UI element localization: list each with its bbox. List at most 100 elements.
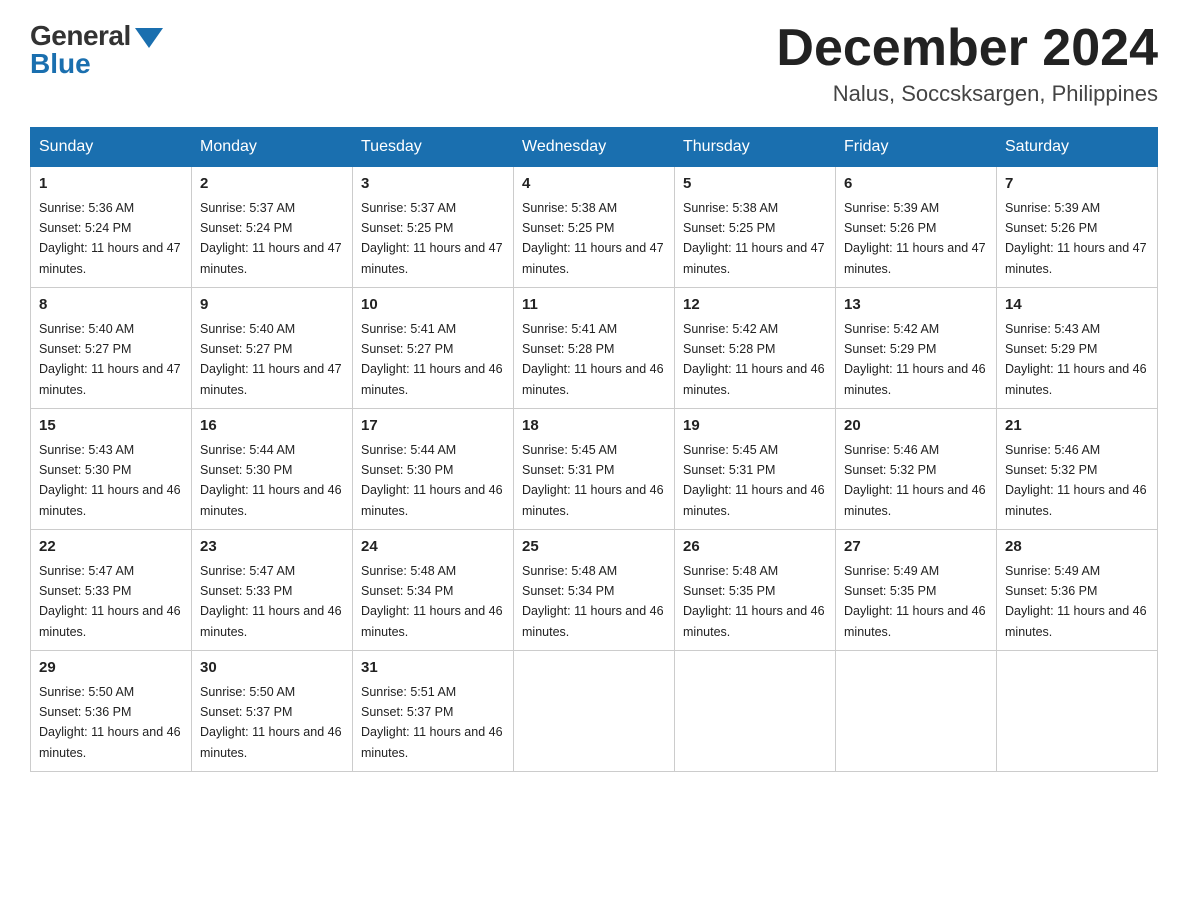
calendar-cell [514,651,675,772]
calendar-cell: 7 Sunrise: 5:39 AMSunset: 5:26 PMDayligh… [997,167,1158,288]
weekday-header-saturday: Saturday [997,128,1158,167]
day-info: Sunrise: 5:49 AMSunset: 5:36 PMDaylight:… [1005,564,1147,639]
day-number: 13 [844,294,988,317]
calendar-cell: 25 Sunrise: 5:48 AMSunset: 5:34 PMDaylig… [514,530,675,651]
location-subtitle: Nalus, Soccsksargen, Philippines [776,81,1158,107]
day-info: Sunrise: 5:50 AMSunset: 5:36 PMDaylight:… [39,685,181,760]
calendar-cell: 19 Sunrise: 5:45 AMSunset: 5:31 PMDaylig… [675,409,836,530]
calendar-cell: 5 Sunrise: 5:38 AMSunset: 5:25 PMDayligh… [675,167,836,288]
day-info: Sunrise: 5:38 AMSunset: 5:25 PMDaylight:… [683,201,825,276]
logo: General Blue [30,20,163,80]
calendar-cell [997,651,1158,772]
day-info: Sunrise: 5:46 AMSunset: 5:32 PMDaylight:… [1005,443,1147,518]
day-number: 22 [39,536,183,559]
day-info: Sunrise: 5:39 AMSunset: 5:26 PMDaylight:… [1005,201,1147,276]
calendar-cell: 20 Sunrise: 5:46 AMSunset: 5:32 PMDaylig… [836,409,997,530]
day-number: 20 [844,415,988,438]
day-info: Sunrise: 5:45 AMSunset: 5:31 PMDaylight:… [683,443,825,518]
day-number: 8 [39,294,183,317]
calendar-cell: 3 Sunrise: 5:37 AMSunset: 5:25 PMDayligh… [353,167,514,288]
day-number: 1 [39,173,183,196]
calendar-cell: 29 Sunrise: 5:50 AMSunset: 5:36 PMDaylig… [31,651,192,772]
day-number: 7 [1005,173,1149,196]
day-info: Sunrise: 5:41 AMSunset: 5:27 PMDaylight:… [361,322,503,397]
calendar-cell: 2 Sunrise: 5:37 AMSunset: 5:24 PMDayligh… [192,167,353,288]
day-number: 4 [522,173,666,196]
page-header: General Blue December 2024 Nalus, Soccsk… [30,20,1158,107]
calendar-cell: 28 Sunrise: 5:49 AMSunset: 5:36 PMDaylig… [997,530,1158,651]
day-number: 29 [39,657,183,680]
calendar-cell: 24 Sunrise: 5:48 AMSunset: 5:34 PMDaylig… [353,530,514,651]
week-row-5: 29 Sunrise: 5:50 AMSunset: 5:36 PMDaylig… [31,651,1158,772]
calendar-cell: 15 Sunrise: 5:43 AMSunset: 5:30 PMDaylig… [31,409,192,530]
day-number: 25 [522,536,666,559]
day-info: Sunrise: 5:37 AMSunset: 5:25 PMDaylight:… [361,201,503,276]
day-number: 6 [844,173,988,196]
day-info: Sunrise: 5:46 AMSunset: 5:32 PMDaylight:… [844,443,986,518]
calendar-cell: 23 Sunrise: 5:47 AMSunset: 5:33 PMDaylig… [192,530,353,651]
day-number: 2 [200,173,344,196]
calendar-cell: 17 Sunrise: 5:44 AMSunset: 5:30 PMDaylig… [353,409,514,530]
day-info: Sunrise: 5:43 AMSunset: 5:29 PMDaylight:… [1005,322,1147,397]
day-info: Sunrise: 5:45 AMSunset: 5:31 PMDaylight:… [522,443,664,518]
weekday-header-monday: Monday [192,128,353,167]
day-info: Sunrise: 5:40 AMSunset: 5:27 PMDaylight:… [200,322,342,397]
month-title: December 2024 [776,20,1158,77]
day-info: Sunrise: 5:42 AMSunset: 5:28 PMDaylight:… [683,322,825,397]
day-number: 21 [1005,415,1149,438]
day-number: 17 [361,415,505,438]
calendar-cell: 8 Sunrise: 5:40 AMSunset: 5:27 PMDayligh… [31,288,192,409]
calendar-cell: 11 Sunrise: 5:41 AMSunset: 5:28 PMDaylig… [514,288,675,409]
day-number: 23 [200,536,344,559]
calendar-cell: 26 Sunrise: 5:48 AMSunset: 5:35 PMDaylig… [675,530,836,651]
day-info: Sunrise: 5:49 AMSunset: 5:35 PMDaylight:… [844,564,986,639]
calendar-cell: 30 Sunrise: 5:50 AMSunset: 5:37 PMDaylig… [192,651,353,772]
day-number: 3 [361,173,505,196]
day-number: 12 [683,294,827,317]
day-info: Sunrise: 5:47 AMSunset: 5:33 PMDaylight:… [39,564,181,639]
day-number: 30 [200,657,344,680]
calendar-table: SundayMondayTuesdayWednesdayThursdayFrid… [30,127,1158,772]
calendar-cell: 4 Sunrise: 5:38 AMSunset: 5:25 PMDayligh… [514,167,675,288]
day-info: Sunrise: 5:51 AMSunset: 5:37 PMDaylight:… [361,685,503,760]
day-number: 27 [844,536,988,559]
day-info: Sunrise: 5:48 AMSunset: 5:34 PMDaylight:… [361,564,503,639]
day-info: Sunrise: 5:36 AMSunset: 5:24 PMDaylight:… [39,201,181,276]
calendar-cell: 21 Sunrise: 5:46 AMSunset: 5:32 PMDaylig… [997,409,1158,530]
calendar-cell: 31 Sunrise: 5:51 AMSunset: 5:37 PMDaylig… [353,651,514,772]
day-info: Sunrise: 5:40 AMSunset: 5:27 PMDaylight:… [39,322,181,397]
calendar-cell: 12 Sunrise: 5:42 AMSunset: 5:28 PMDaylig… [675,288,836,409]
weekday-header-sunday: Sunday [31,128,192,167]
calendar-cell: 27 Sunrise: 5:49 AMSunset: 5:35 PMDaylig… [836,530,997,651]
day-number: 16 [200,415,344,438]
weekday-header-tuesday: Tuesday [353,128,514,167]
day-info: Sunrise: 5:48 AMSunset: 5:35 PMDaylight:… [683,564,825,639]
calendar-cell: 13 Sunrise: 5:42 AMSunset: 5:29 PMDaylig… [836,288,997,409]
calendar-cell: 18 Sunrise: 5:45 AMSunset: 5:31 PMDaylig… [514,409,675,530]
calendar-cell: 14 Sunrise: 5:43 AMSunset: 5:29 PMDaylig… [997,288,1158,409]
calendar-cell: 6 Sunrise: 5:39 AMSunset: 5:26 PMDayligh… [836,167,997,288]
day-number: 14 [1005,294,1149,317]
day-info: Sunrise: 5:47 AMSunset: 5:33 PMDaylight:… [200,564,342,639]
day-number: 26 [683,536,827,559]
week-row-1: 1 Sunrise: 5:36 AMSunset: 5:24 PMDayligh… [31,167,1158,288]
calendar-cell [675,651,836,772]
day-info: Sunrise: 5:43 AMSunset: 5:30 PMDaylight:… [39,443,181,518]
day-info: Sunrise: 5:44 AMSunset: 5:30 PMDaylight:… [361,443,503,518]
weekday-header-friday: Friday [836,128,997,167]
calendar-cell [836,651,997,772]
day-number: 24 [361,536,505,559]
weekday-header-wednesday: Wednesday [514,128,675,167]
day-info: Sunrise: 5:44 AMSunset: 5:30 PMDaylight:… [200,443,342,518]
day-number: 28 [1005,536,1149,559]
day-number: 15 [39,415,183,438]
logo-triangle-icon [135,28,163,48]
day-number: 5 [683,173,827,196]
day-info: Sunrise: 5:37 AMSunset: 5:24 PMDaylight:… [200,201,342,276]
day-info: Sunrise: 5:50 AMSunset: 5:37 PMDaylight:… [200,685,342,760]
day-number: 31 [361,657,505,680]
week-row-2: 8 Sunrise: 5:40 AMSunset: 5:27 PMDayligh… [31,288,1158,409]
weekday-header-thursday: Thursday [675,128,836,167]
day-info: Sunrise: 5:42 AMSunset: 5:29 PMDaylight:… [844,322,986,397]
day-info: Sunrise: 5:41 AMSunset: 5:28 PMDaylight:… [522,322,664,397]
